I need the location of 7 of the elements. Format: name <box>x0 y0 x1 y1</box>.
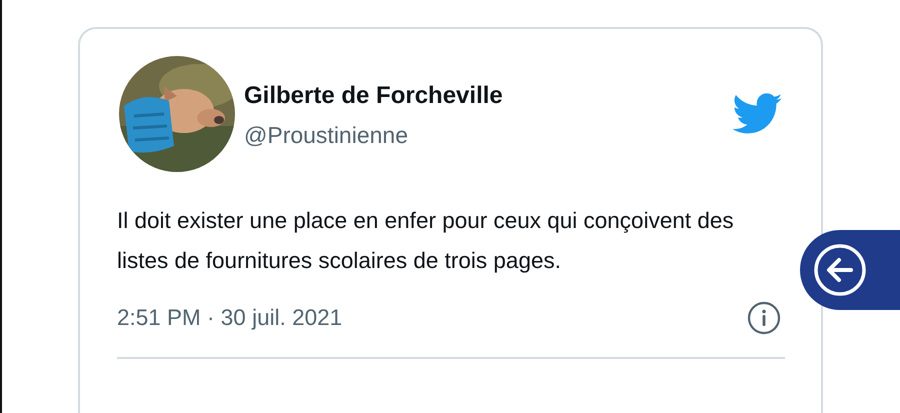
bird-icon[interactable] <box>733 93 783 135</box>
author-name[interactable]: Gilberte de Forcheville <box>244 81 503 111</box>
author-handle[interactable]: @Proustinienne <box>244 120 503 150</box>
info-icon[interactable] <box>747 301 781 335</box>
tweet-text: Il doit exister une place en enfer pour ceux qui conçoivent des listes de fournitures scolaires de trois pages. <box>117 207 735 275</box>
back-button[interactable] <box>800 230 900 310</box>
tweet-timestamp[interactable]: 2:51 PM · 30 juil. 2021 <box>117 305 342 331</box>
